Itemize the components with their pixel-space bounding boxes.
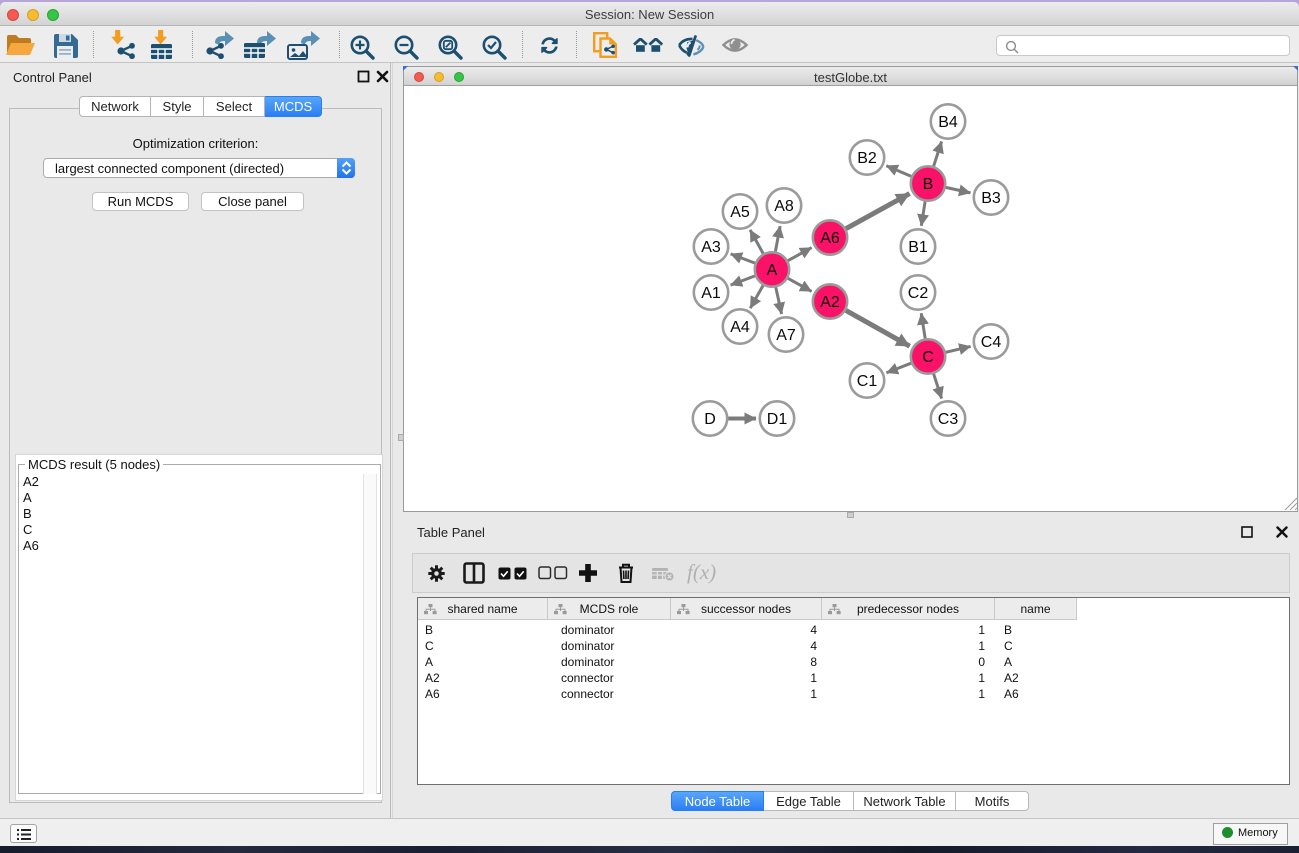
svg-text:D: D xyxy=(704,411,716,428)
svg-text:A2: A2 xyxy=(820,294,840,311)
svg-text:B1: B1 xyxy=(908,239,928,256)
svg-text:C4: C4 xyxy=(981,334,1002,351)
svg-text:C1: C1 xyxy=(857,373,878,390)
svg-text:A: A xyxy=(767,262,778,279)
svg-text:A8: A8 xyxy=(774,198,794,215)
svg-text:C3: C3 xyxy=(938,411,959,428)
svg-text:B4: B4 xyxy=(938,114,958,131)
svg-text:D1: D1 xyxy=(767,411,788,428)
svg-text:A3: A3 xyxy=(701,239,721,256)
svg-text:A4: A4 xyxy=(730,319,750,336)
svg-text:C2: C2 xyxy=(908,285,929,302)
svg-text:C: C xyxy=(922,349,934,366)
svg-text:B3: B3 xyxy=(981,190,1001,207)
svg-text:A5: A5 xyxy=(730,204,750,221)
svg-text:A6: A6 xyxy=(820,230,840,247)
svg-text:A7: A7 xyxy=(776,327,796,344)
svg-text:A1: A1 xyxy=(701,285,721,302)
svg-text:B: B xyxy=(923,176,934,193)
svg-text:B2: B2 xyxy=(857,150,877,167)
